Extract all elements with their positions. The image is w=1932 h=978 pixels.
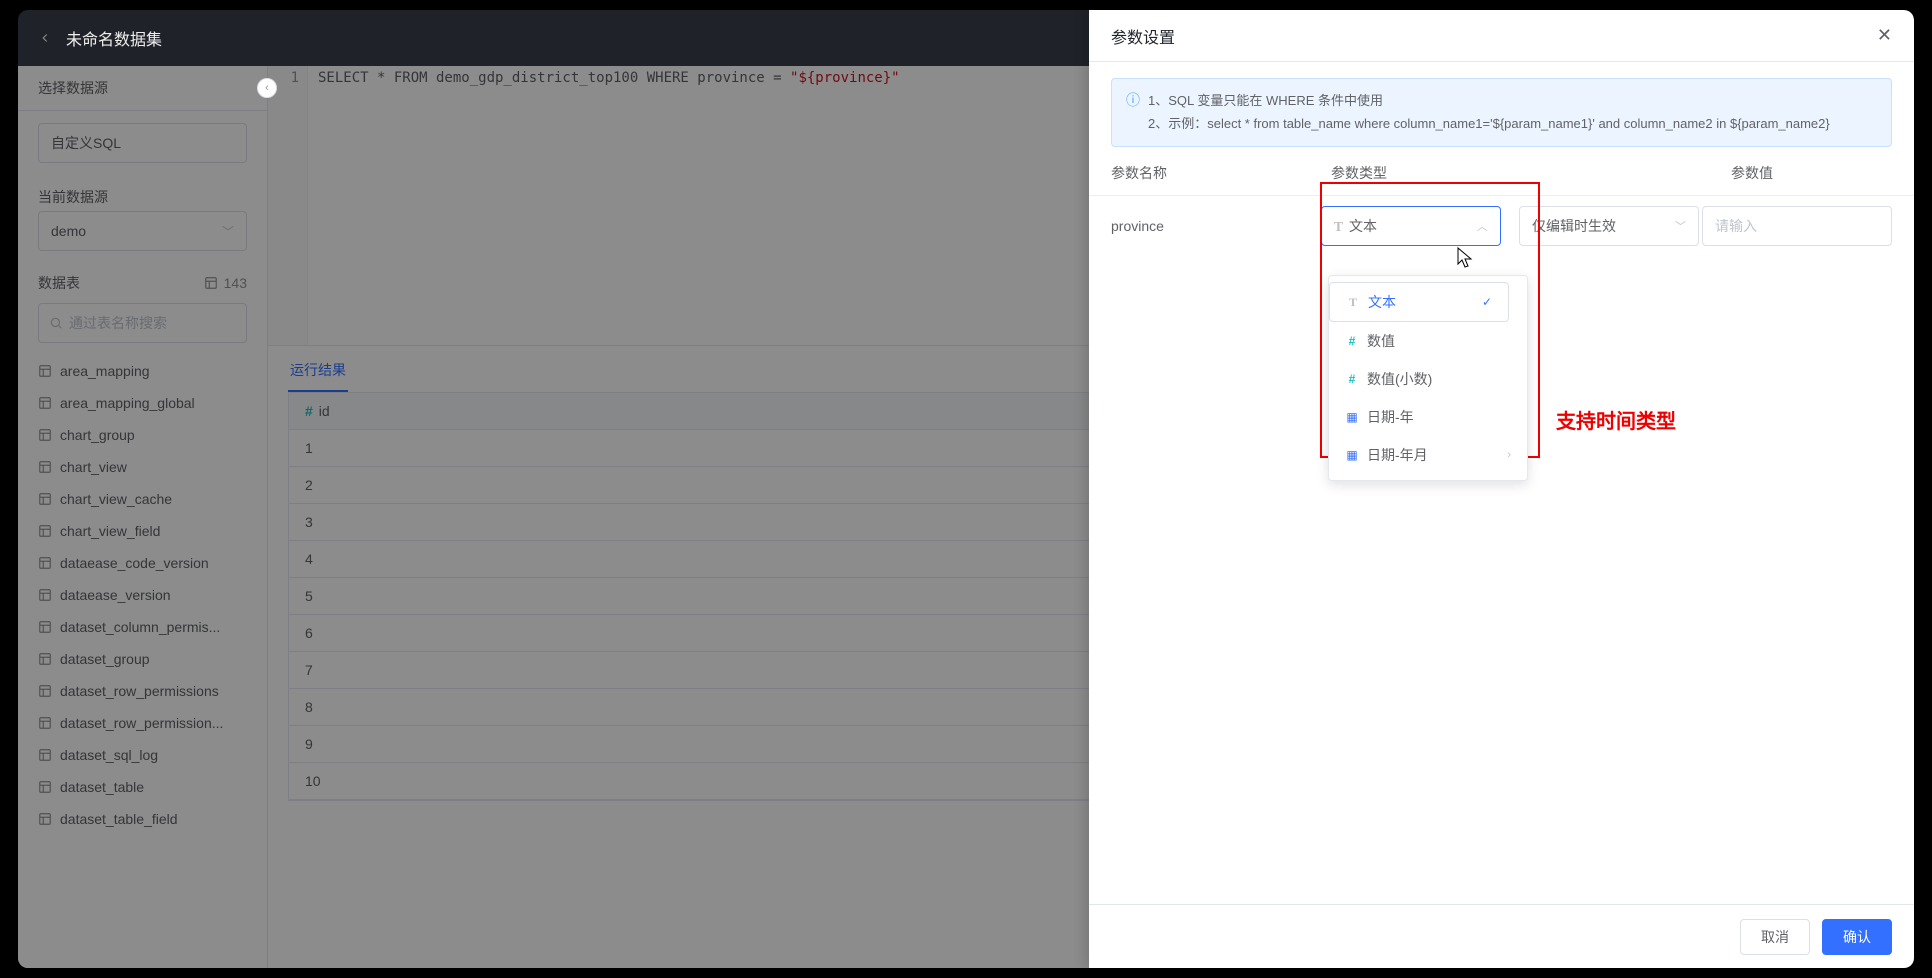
table-item[interactable]: area_mapping_global	[18, 387, 267, 419]
type-icon: #	[1345, 372, 1359, 386]
table-icon	[38, 684, 52, 698]
param-panel: 参数设置 ✕ ⓘ 1、SQL 变量只能在 WHERE 条件中使用 2、示例：se…	[1089, 10, 1914, 968]
table-icon	[38, 716, 52, 730]
table-item[interactable]: dataset_table	[18, 771, 267, 803]
table-search-input[interactable]: 通过表名称搜索	[38, 303, 247, 343]
dropdown-option[interactable]: ▦日期-年	[1329, 398, 1527, 436]
datasource-select[interactable]: demo ﹀	[38, 211, 247, 251]
type-icon: ▦	[1345, 448, 1359, 462]
datasource-label: 选择数据源	[38, 78, 108, 98]
param-header: 参数名称 参数类型 参数值	[1089, 147, 1914, 196]
table-icon	[38, 748, 52, 762]
cancel-button[interactable]: 取消	[1740, 919, 1810, 955]
table-icon	[38, 556, 52, 570]
info-icon: ⓘ	[1126, 89, 1140, 136]
param-scope-select[interactable]: 仅编辑时生效 ﹀	[1519, 206, 1699, 246]
table-icon	[38, 588, 52, 602]
table-item[interactable]: chart_group	[18, 419, 267, 451]
hash-icon: #	[305, 403, 313, 419]
table-icon	[38, 524, 52, 538]
type-icon: T	[1346, 295, 1360, 310]
tables-label: 数据表	[38, 273, 80, 293]
search-icon	[49, 316, 63, 330]
table-item[interactable]: dataease_version	[18, 579, 267, 611]
table-item[interactable]: chart_view_field	[18, 515, 267, 547]
table-item[interactable]: dataset_group	[18, 643, 267, 675]
chevron-up-icon: ︿	[1477, 218, 1488, 234]
info-box: ⓘ 1、SQL 变量只能在 WHERE 条件中使用 2、示例：select * …	[1111, 78, 1892, 147]
sidebar: 选择数据源 ‹ 自定义SQL 当前数据源 demo ﹀ 数据表 143	[18, 66, 268, 968]
confirm-button[interactable]: 确认	[1822, 919, 1892, 955]
table-icon	[38, 428, 52, 442]
param-row: province T文本 ︿ 仅编辑时生效 ﹀ 请输入	[1089, 196, 1914, 256]
chevron-right-icon: ›	[1507, 449, 1511, 461]
check-icon: ✓	[1482, 295, 1492, 309]
tables-count: 143	[204, 275, 247, 291]
dropdown-option[interactable]: #数值(小数)	[1329, 360, 1527, 398]
close-icon[interactable]: ✕	[1877, 25, 1892, 46]
table-item[interactable]: dataease_code_version	[18, 547, 267, 579]
dropdown-option[interactable]: T文本✓	[1329, 282, 1509, 322]
table-item[interactable]: dataset_column_permis...	[18, 611, 267, 643]
chevron-down-icon: ﹀	[1675, 218, 1686, 234]
table-icon	[38, 396, 52, 410]
table-icon	[38, 620, 52, 634]
param-type-select[interactable]: T文本 ︿	[1321, 206, 1501, 246]
dropdown-option[interactable]: #数值	[1329, 322, 1527, 360]
table-item[interactable]: dataset_sql_log	[18, 739, 267, 771]
type-icon: #	[1345, 334, 1359, 348]
table-item[interactable]: chart_view_cache	[18, 483, 267, 515]
chevron-down-icon: ﹀	[222, 223, 234, 240]
table-icon	[38, 652, 52, 666]
tab-results[interactable]: 运行结果	[288, 360, 348, 392]
current-ds-label: 当前数据源	[38, 187, 108, 207]
panel-title: 参数设置	[1111, 24, 1175, 48]
table-item[interactable]: chart_view	[18, 451, 267, 483]
dropdown-option[interactable]: ▦日期-年月›	[1329, 436, 1527, 474]
type-dropdown[interactable]: T文本✓#数值#数值(小数)▦日期-年▦日期-年月›	[1328, 275, 1528, 481]
page-title: 未命名数据集	[66, 26, 162, 50]
table-item[interactable]: dataset_table_field	[18, 803, 267, 835]
table-item[interactable]: dataset_row_permission...	[18, 707, 267, 739]
annotation-text: 支持时间类型	[1556, 405, 1676, 434]
table-icon	[38, 812, 52, 826]
param-value-input[interactable]: 请输入	[1702, 206, 1892, 246]
tables-list: area_mappingarea_mapping_globalchart_gro…	[18, 349, 267, 968]
collapse-sidebar-icon[interactable]: ‹	[257, 78, 277, 98]
type-icon: ▦	[1345, 410, 1359, 424]
table-icon	[38, 460, 52, 474]
table-item[interactable]: dataset_row_permissions	[18, 675, 267, 707]
back-icon[interactable]	[38, 31, 52, 45]
param-name: province	[1111, 218, 1321, 234]
table-icon	[38, 364, 52, 378]
table-item[interactable]: area_mapping	[18, 355, 267, 387]
table-icon	[38, 780, 52, 794]
sql-mode-select[interactable]: 自定义SQL	[38, 123, 247, 163]
table-icon	[38, 492, 52, 506]
